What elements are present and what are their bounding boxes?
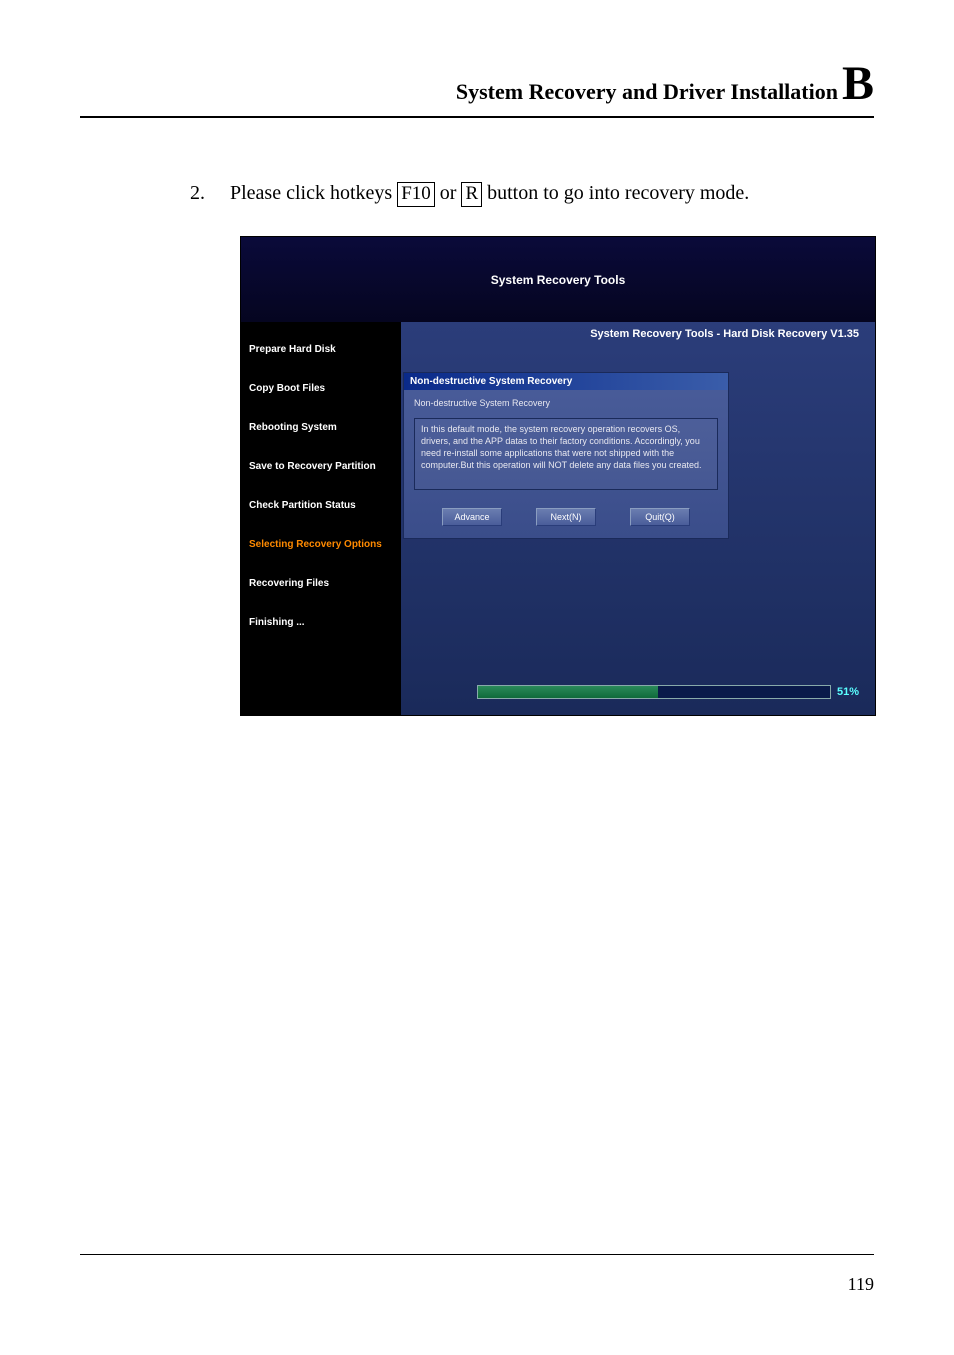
step-text: Please click hotkeys F10 or R button to … <box>230 178 749 208</box>
sidebar-item-selecting: Selecting Recovery Options <box>241 525 401 564</box>
screenshot-title: System Recovery Tools <box>491 273 626 287</box>
step-number: 2. <box>190 182 230 205</box>
main-area: System Recovery Tools - Hard Disk Recove… <box>401 322 875 715</box>
page-header: System Recovery and Driver Installation … <box>80 60 874 118</box>
progress-fill <box>478 686 658 698</box>
key-r: R <box>461 182 482 207</box>
quit-button[interactable]: Quit(Q) <box>630 508 690 526</box>
recovery-tool-screenshot: System Recovery Tools Prepare Hard Disk … <box>240 236 876 716</box>
sidebar: Prepare Hard Disk Copy Boot Files Reboot… <box>241 322 401 715</box>
progress-row: 51% <box>477 685 859 699</box>
recovery-dialog: Non-destructive System Recovery Non-dest… <box>403 372 729 539</box>
sidebar-item-save: Save to Recovery Partition <box>241 447 401 486</box>
key-f10: F10 <box>397 182 435 207</box>
header-title: System Recovery and Driver Installation <box>456 79 838 105</box>
sidebar-item-prepare: Prepare Hard Disk <box>241 330 401 369</box>
progress-percent: 51% <box>837 686 859 698</box>
advance-button[interactable]: Advance <box>442 508 502 526</box>
next-button[interactable]: Next(N) <box>536 508 596 526</box>
dialog-buttons: Advance Next(N) Quit(Q) <box>414 508 718 526</box>
dialog-description: In this default mode, the system recover… <box>414 418 718 490</box>
page-number: 119 <box>848 1274 874 1295</box>
step-suffix: button to go into recovery mode. <box>482 182 749 204</box>
step-middle: or <box>435 182 462 204</box>
step-2: 2. Please click hotkeys F10 or R button … <box>190 178 874 208</box>
footer-rule <box>80 1254 874 1255</box>
main-area-title: System Recovery Tools - Hard Disk Recove… <box>411 328 865 340</box>
sidebar-item-check: Check Partition Status <box>241 486 401 525</box>
sidebar-item-copy: Copy Boot Files <box>241 369 401 408</box>
step-prefix: Please click hotkeys <box>230 182 397 204</box>
header-letter: B <box>842 60 874 108</box>
dialog-titlebar: Non-destructive System Recovery <box>404 373 728 390</box>
sidebar-item-finishing: Finishing ... <box>241 603 401 642</box>
sidebar-item-rebooting: Rebooting System <box>241 408 401 447</box>
screenshot-header: System Recovery Tools <box>241 237 875 322</box>
progress-bar <box>477 685 831 699</box>
sidebar-item-recovering: Recovering Files <box>241 564 401 603</box>
dialog-subtitle: Non-destructive System Recovery <box>414 398 718 408</box>
